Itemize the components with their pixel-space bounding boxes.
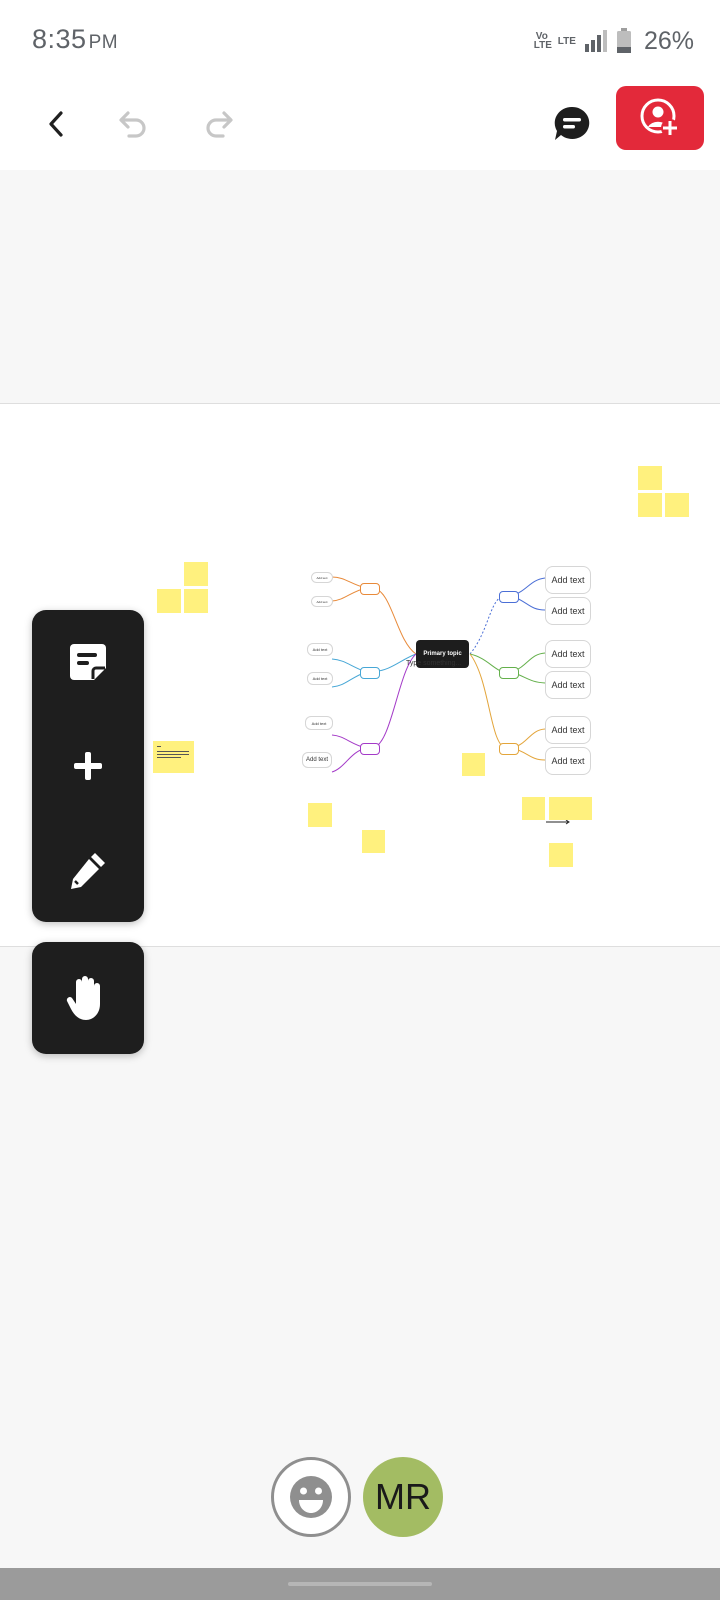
mindmap-node[interactable]: Add text — [545, 566, 591, 594]
comments-icon — [554, 106, 590, 140]
avatar[interactable]: MR — [363, 1457, 443, 1537]
mindmap-node[interactable]: Add text — [545, 640, 591, 668]
sticky-note[interactable] — [308, 803, 332, 827]
mindmap-subnode[interactable] — [499, 591, 519, 603]
mindmap-node[interactable]: Add text — [311, 572, 333, 583]
mindmap-node[interactable]: Add text — [545, 716, 591, 744]
sticky-note[interactable] — [184, 589, 208, 613]
undo-icon — [119, 111, 146, 138]
reaction-button[interactable] — [271, 1457, 351, 1537]
mindmap-node[interactable]: Add text — [545, 597, 591, 625]
sticky-note[interactable] — [157, 589, 181, 613]
pen-tool[interactable] — [32, 818, 144, 922]
redo-icon — [206, 111, 233, 138]
add-tool[interactable] — [32, 714, 144, 818]
battery-icon — [616, 28, 631, 53]
sticky-note[interactable] — [184, 562, 208, 586]
sticky-note[interactable] — [665, 493, 689, 517]
signal-icon — [584, 30, 607, 52]
pen-icon — [71, 853, 105, 889]
system-nav-bar — [0, 1568, 720, 1600]
mindmap-node[interactable]: Add text — [305, 716, 333, 730]
time-text: 8:35 — [32, 24, 87, 54]
primary-topic-hint: Type something... — [406, 660, 462, 667]
back-button[interactable] — [28, 96, 84, 152]
home-gesture-handle[interactable] — [288, 1582, 432, 1586]
sticky-note[interactable] — [462, 753, 485, 776]
mindmap-node[interactable]: Add text — [302, 752, 332, 768]
mindmap-subnode[interactable] — [360, 667, 380, 679]
sticky-note[interactable] — [362, 830, 385, 853]
mindmap-node[interactable]: Add text — [307, 643, 333, 656]
sticky-note[interactable] — [638, 493, 662, 517]
mindmap-node[interactable]: Add text — [311, 596, 333, 607]
smiley-face-icon — [290, 1476, 332, 1518]
toolbar — [0, 80, 720, 170]
tool-panel — [32, 610, 144, 922]
mindmap-subnode[interactable] — [360, 583, 380, 595]
mindmap-subnode[interactable] — [499, 743, 519, 755]
sticky-note[interactable] — [569, 797, 592, 820]
mindmap-node[interactable]: Add text — [307, 672, 333, 685]
back-arrow-icon — [49, 111, 63, 137]
plus-icon — [74, 752, 102, 780]
mindmap-subnode[interactable] — [499, 667, 519, 679]
sticky-note[interactable] — [638, 466, 662, 490]
hand-tool[interactable] — [32, 942, 144, 1054]
sticky-note-with-text[interactable] — [153, 741, 194, 773]
sticky-note-icon — [70, 644, 106, 680]
status-bar: 8:35 PM Vo LTE LTE 26% — [0, 0, 720, 80]
time-ampm: PM — [88, 32, 119, 53]
status-indicators: Vo LTE LTE 26% — [534, 24, 694, 58]
volte-icon: Vo LTE — [533, 31, 552, 51]
mindmap-subnode[interactable] — [360, 743, 380, 755]
undo-button[interactable] — [104, 96, 160, 152]
lte-icon: LTE — [557, 35, 576, 47]
share-invite-button[interactable] — [616, 86, 704, 150]
status-time: 8:35 PM — [32, 24, 118, 55]
comments-button[interactable] — [544, 96, 600, 152]
battery-percent: 26% — [643, 26, 694, 55]
sticky-note[interactable] — [522, 797, 545, 820]
sticky-note-tool[interactable] — [32, 610, 144, 714]
redo-button[interactable] — [192, 96, 248, 152]
mindmap-node[interactable]: Add text — [545, 671, 591, 699]
sticky-note[interactable] — [549, 843, 573, 867]
share-user-add-icon — [640, 98, 679, 137]
hand-icon — [66, 976, 100, 1020]
mindmap-node[interactable]: Add text — [545, 747, 591, 775]
